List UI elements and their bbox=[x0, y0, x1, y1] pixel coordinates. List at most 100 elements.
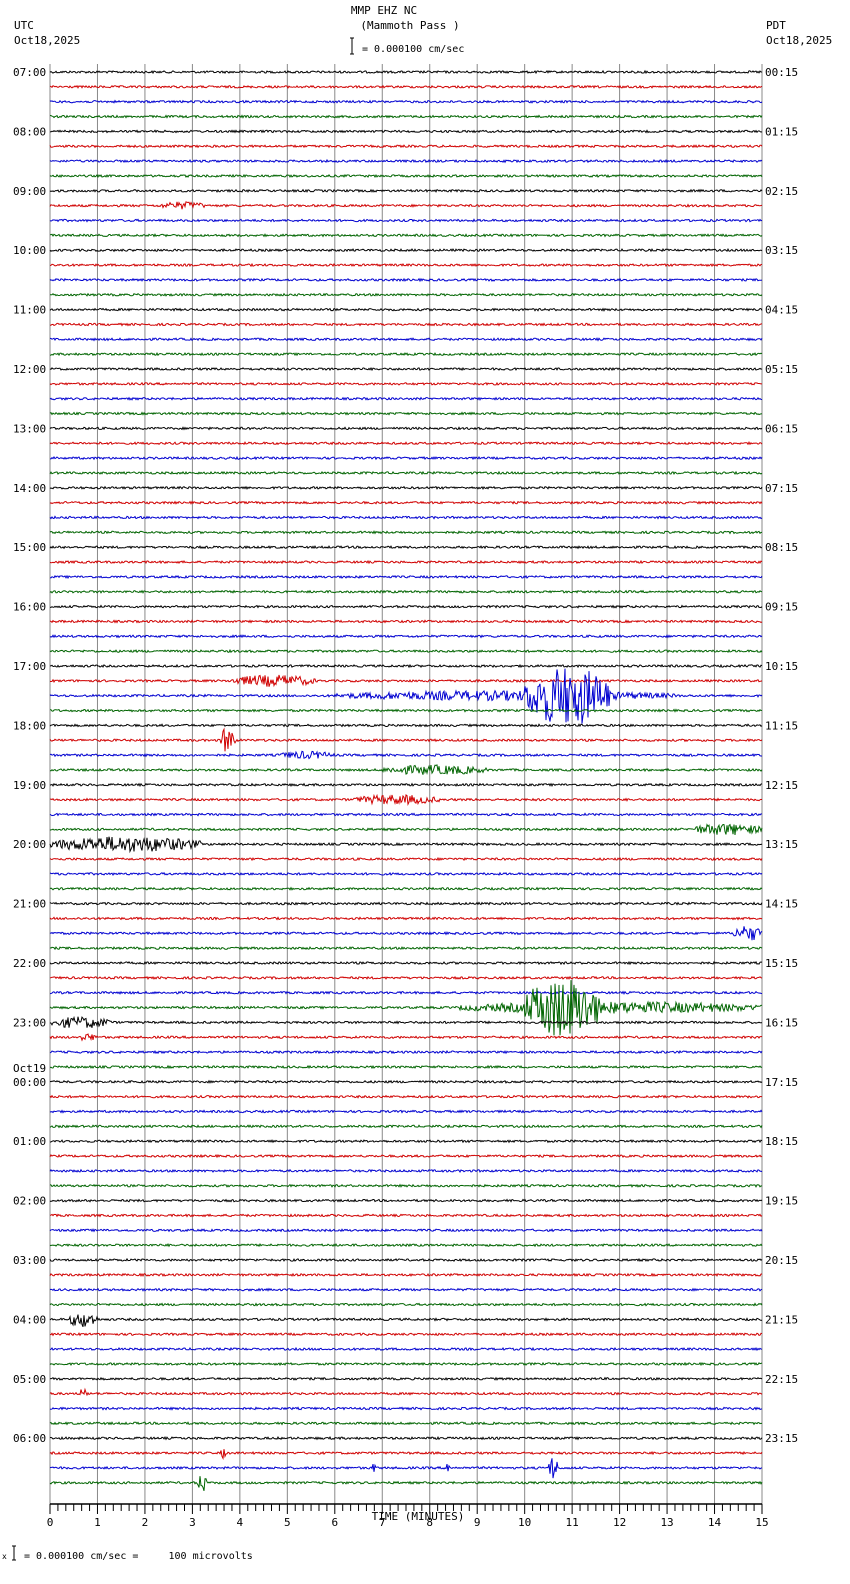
right-timezone: PDT bbox=[766, 19, 786, 32]
utc-hour-label: 19:00 bbox=[13, 779, 46, 792]
trace-38 bbox=[49, 634, 763, 639]
trace-50 bbox=[49, 812, 763, 817]
trace-63 bbox=[49, 980, 763, 1036]
trace-42 bbox=[49, 668, 763, 724]
date-change-label: Oct19 bbox=[13, 1062, 46, 1075]
utc-hour-label: 12:00 bbox=[13, 363, 46, 376]
utc-hour-label: 23:00 bbox=[13, 1016, 46, 1029]
trace-67 bbox=[49, 1064, 763, 1070]
pdt-hour-label: 11:15 bbox=[765, 719, 798, 732]
trace-66 bbox=[49, 1050, 763, 1055]
trace-55 bbox=[49, 886, 763, 891]
pdt-hour-label: 04:15 bbox=[765, 304, 798, 317]
trace-15 bbox=[50, 292, 763, 297]
trace-4 bbox=[49, 129, 763, 134]
utc-hour-label: 18:00 bbox=[13, 719, 46, 732]
pdt-hour-label: 21:15 bbox=[765, 1313, 798, 1326]
pdt-hour-label: 06:15 bbox=[765, 422, 798, 435]
trace-65 bbox=[49, 1033, 763, 1042]
trace-87 bbox=[49, 1361, 763, 1367]
trace-56 bbox=[49, 901, 763, 906]
trace-21 bbox=[49, 381, 762, 386]
utc-hour-label: 13:00 bbox=[13, 422, 46, 435]
trace-37 bbox=[49, 619, 763, 624]
trace-64 bbox=[49, 1015, 762, 1028]
trace-48 bbox=[49, 782, 763, 788]
pdt-hour-label: 12:15 bbox=[765, 779, 798, 792]
trace-44 bbox=[49, 723, 763, 728]
utc-hour-label: 03:00 bbox=[13, 1254, 46, 1267]
trace-83 bbox=[49, 1302, 763, 1307]
left-timezone: UTC bbox=[14, 19, 34, 32]
x-tick-label: 11 bbox=[566, 1516, 579, 1529]
trace-13 bbox=[49, 262, 763, 268]
pdt-hour-label: 03:15 bbox=[765, 244, 798, 257]
trace-90 bbox=[49, 1406, 762, 1411]
trace-31 bbox=[49, 530, 762, 535]
trace-59 bbox=[49, 946, 763, 951]
utc-hour-label: 14:00 bbox=[13, 482, 46, 495]
utc-hour-label: 17:00 bbox=[13, 660, 46, 673]
pdt-hour-label: 13:15 bbox=[765, 838, 798, 851]
x-tick-label: 5 bbox=[284, 1516, 291, 1529]
pdt-hour-label: 10:15 bbox=[765, 660, 798, 673]
x-tick-label: 9 bbox=[474, 1516, 481, 1529]
utc-hour-label: 05:00 bbox=[13, 1373, 46, 1386]
utc-hour-label: 01:00 bbox=[13, 1135, 46, 1148]
trace-47 bbox=[49, 764, 763, 775]
trace-81 bbox=[49, 1272, 763, 1278]
trace-7 bbox=[49, 173, 763, 179]
pdt-hour-label: 08:15 bbox=[765, 541, 798, 554]
pdt-hour-label: 05:15 bbox=[765, 363, 798, 376]
utc-hour-label: 02:00 bbox=[13, 1195, 46, 1208]
trace-61 bbox=[49, 975, 763, 980]
station-title: MMP EHZ NC bbox=[351, 4, 417, 17]
trace-49 bbox=[49, 793, 763, 806]
trace-22 bbox=[49, 396, 763, 401]
trace-34 bbox=[49, 574, 763, 580]
x-tick-label: 2 bbox=[142, 1516, 149, 1529]
utc-hour-label: 11:00 bbox=[13, 304, 46, 317]
trace-62 bbox=[49, 990, 763, 995]
right-date: Oct18,2025 bbox=[766, 34, 832, 47]
trace-71 bbox=[49, 1124, 763, 1129]
x-tick-label: 14 bbox=[708, 1516, 722, 1529]
utc-hour-label: 21:00 bbox=[13, 898, 46, 911]
pdt-hour-label: 22:15 bbox=[765, 1373, 798, 1386]
trace-46 bbox=[49, 750, 762, 760]
trace-32 bbox=[49, 545, 763, 550]
utc-hour-label: 00:00 bbox=[13, 1076, 46, 1089]
scale-bar-icon bbox=[350, 37, 354, 55]
pdt-hour-label: 17:15 bbox=[765, 1076, 798, 1089]
pdt-hour-label: 02:15 bbox=[765, 185, 798, 198]
trace-75 bbox=[49, 1183, 763, 1188]
trace-8 bbox=[49, 188, 763, 193]
scale-label: = 0.000100 cm/sec bbox=[362, 44, 464, 55]
trace-84 bbox=[49, 1314, 763, 1327]
footer-mark: x bbox=[2, 1552, 7, 1561]
trace-36 bbox=[49, 604, 763, 609]
trace-60 bbox=[49, 960, 763, 966]
trace-95 bbox=[49, 1476, 763, 1491]
trace-11 bbox=[49, 233, 763, 238]
x-tick-label: 3 bbox=[189, 1516, 196, 1529]
trace-89 bbox=[49, 1387, 763, 1397]
trace-6 bbox=[49, 158, 763, 164]
utc-hour-label: 15:00 bbox=[13, 541, 46, 554]
trace-51 bbox=[49, 823, 763, 836]
trace-80 bbox=[49, 1257, 763, 1263]
trace-35 bbox=[49, 589, 763, 594]
trace-76 bbox=[49, 1198, 763, 1203]
x-tick-label: 4 bbox=[237, 1516, 244, 1529]
trace-27 bbox=[49, 470, 763, 476]
trace-92 bbox=[49, 1435, 763, 1441]
trace-17 bbox=[49, 322, 763, 327]
trace-69 bbox=[49, 1094, 763, 1099]
trace-9 bbox=[49, 201, 763, 210]
utc-hour-label: 04:00 bbox=[13, 1313, 46, 1326]
trace-74 bbox=[49, 1168, 763, 1174]
trace-23 bbox=[49, 411, 763, 416]
trace-93 bbox=[49, 1449, 763, 1460]
trace-73 bbox=[49, 1153, 763, 1159]
traces bbox=[49, 69, 763, 1491]
